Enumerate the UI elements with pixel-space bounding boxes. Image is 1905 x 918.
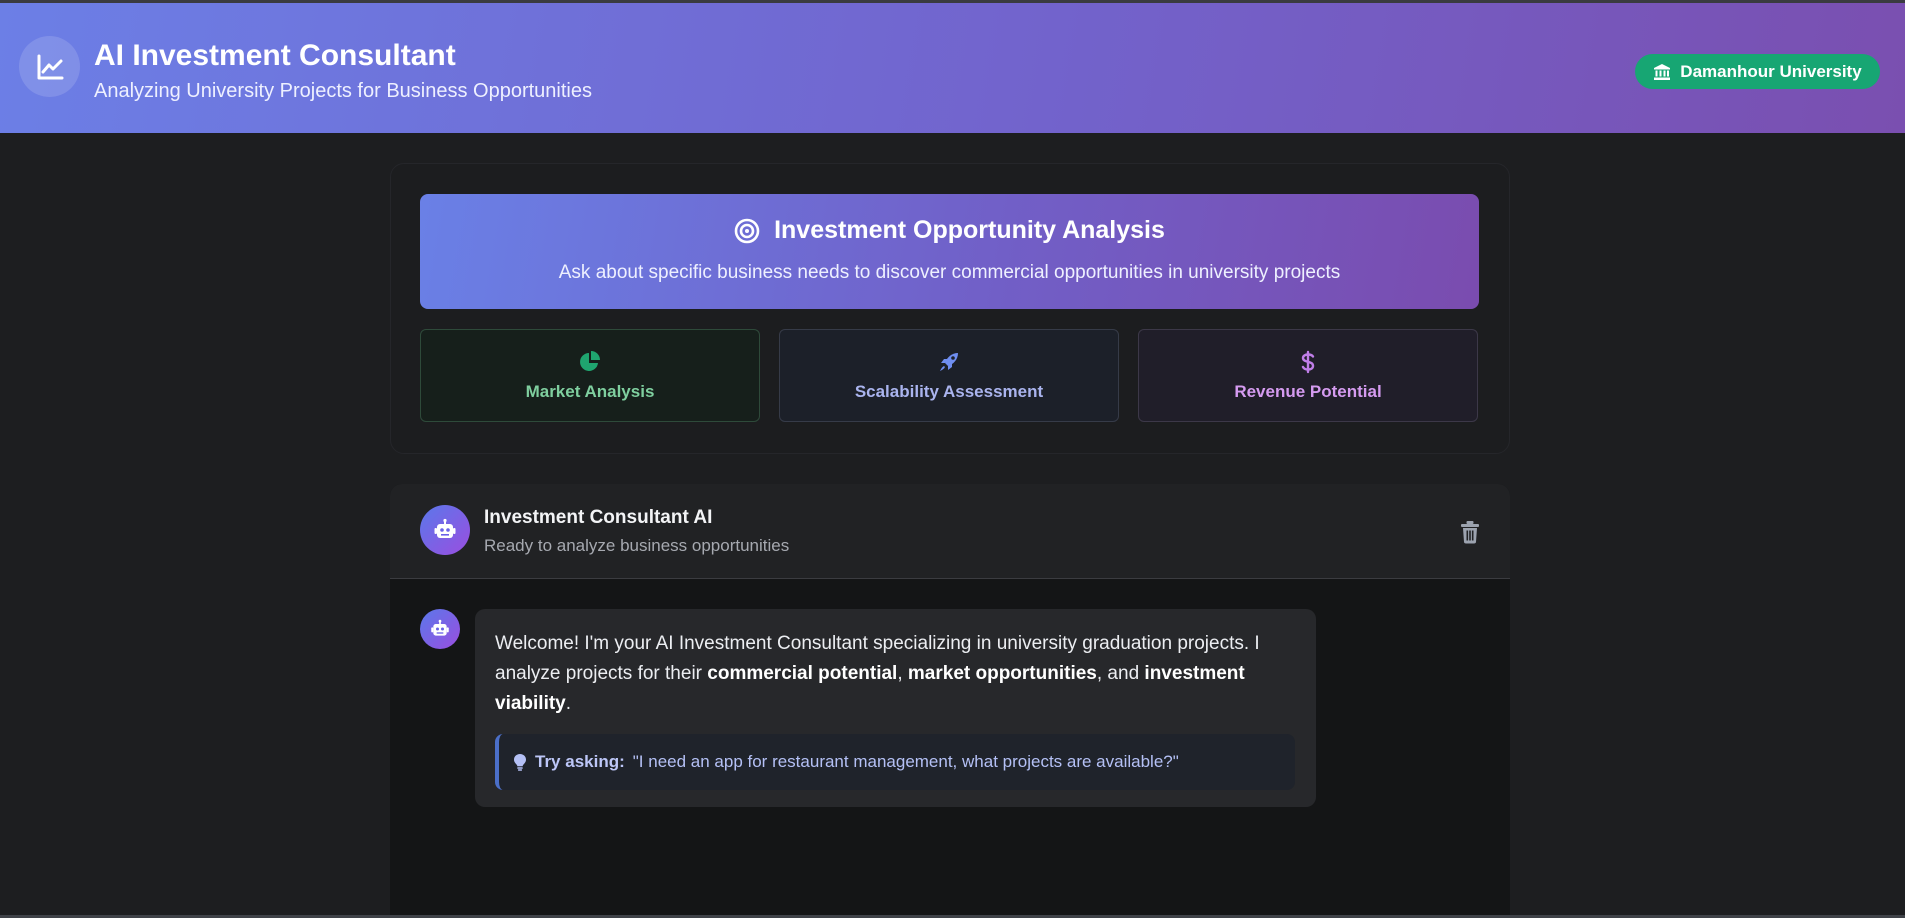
robot-icon (434, 518, 456, 538)
feature-revenue-potential[interactable]: Revenue Potential (1138, 329, 1478, 422)
rocket-icon (940, 352, 958, 371)
welcome-message: Welcome! I'm your AI Investment Consulta… (475, 609, 1316, 807)
tip-text: "I need an app for restaurant management… (632, 752, 1179, 771)
clear-chat-button[interactable] (1457, 518, 1483, 546)
highlight-commercial-potential: commercial potential (707, 663, 898, 684)
feature-market-analysis[interactable]: Market Analysis (420, 329, 760, 422)
feature-label: Scalability Assessment (854, 381, 1044, 401)
highlight-market-opportunities: market opportunities (907, 663, 1097, 684)
feature-label: Revenue Potential (1234, 381, 1382, 401)
target-icon (734, 218, 760, 243)
chat-header: Investment Consultant AI Ready to analyz… (390, 484, 1510, 579)
app-title: AI Investment Consultant (94, 39, 456, 72)
lightbulb-icon (514, 754, 526, 771)
app-logo (19, 36, 80, 97)
chat-panel: Investment Consultant AI Ready to analyz… (390, 484, 1510, 918)
robot-icon (431, 619, 449, 636)
pie-chart-icon (580, 350, 600, 371)
analysis-title: Investment Opportunity Analysis (774, 216, 1165, 244)
analysis-title-row: Investment Opportunity Analysis (420, 216, 1479, 245)
university-badge[interactable]: Damanhour University (1635, 54, 1880, 89)
dollar-icon (1301, 350, 1315, 373)
bot-name: Investment Consultant AI (484, 507, 713, 528)
analysis-banner: Investment Opportunity Analysis Ask abou… (420, 194, 1479, 309)
message-avatar (420, 609, 460, 649)
app-subtitle: Analyzing University Projects for Busine… (94, 80, 592, 102)
analysis-subtitle: Ask about specific business needs to dis… (558, 262, 1341, 283)
tip-label: Try asking: (535, 752, 625, 771)
feature-scalability-assessment[interactable]: Scalability Assessment (779, 329, 1119, 422)
trash-icon (1461, 521, 1479, 544)
welcome-text: Welcome! I'm your AI Investment Consulta… (495, 633, 1260, 714)
feature-label: Market Analysis (525, 381, 655, 401)
app-header: AI Investment Consultant Analyzing Unive… (0, 3, 1905, 133)
chart-line-icon (37, 54, 63, 79)
bot-status: Ready to analyze business opportunities (484, 536, 790, 555)
university-icon (1654, 63, 1671, 80)
badge-label: Damanhour University (1680, 61, 1862, 81)
bot-avatar (420, 505, 470, 555)
example-prompt[interactable]: Try asking: "I need an app for restauran… (495, 734, 1295, 790)
